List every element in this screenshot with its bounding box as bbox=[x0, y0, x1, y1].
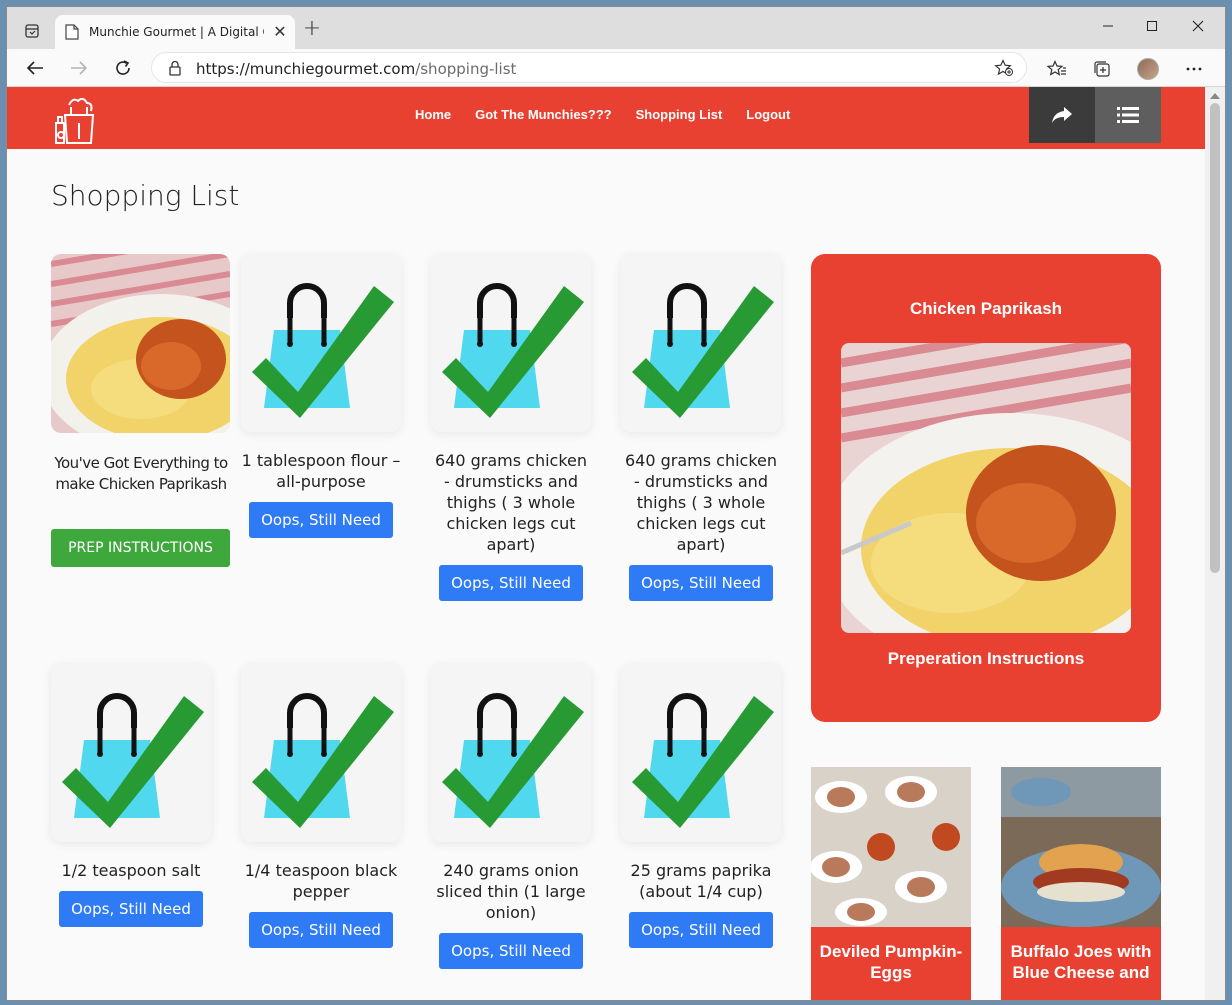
item-label: 1/2 teaspoon salt bbox=[61, 861, 201, 880]
tab-strip: Munchie Gourmet | A Digital Cra ✕ + bbox=[7, 7, 1225, 49]
address-bar[interactable]: https://munchiegourmet.com/shopping-list bbox=[151, 52, 1027, 83]
prep-instructions-button[interactable]: PREP INSTRUCTIONS bbox=[51, 529, 230, 567]
still-need-button[interactable]: Oops, Still Need bbox=[249, 502, 393, 538]
tab-actions-icon[interactable] bbox=[17, 17, 47, 45]
recommendation-card[interactable]: Deviled Pumpkin-Eggs bbox=[811, 767, 971, 1000]
list-item: 640 grams chicken - drumsticks and thigh… bbox=[426, 254, 596, 601]
maximize-icon[interactable] bbox=[1129, 11, 1175, 41]
recipe-image[interactable] bbox=[841, 343, 1131, 633]
list-item: 1/4 teaspoon black pepper Oops, Still Ne… bbox=[236, 664, 406, 948]
list-item: 240 grams onion sliced thin (1 large oni… bbox=[426, 664, 596, 969]
recipe-title[interactable]: Chicken Paprikash bbox=[811, 299, 1161, 319]
share-button[interactable] bbox=[1029, 87, 1095, 143]
item-label: 240 grams onion sliced thin (1 large oni… bbox=[436, 861, 586, 922]
nav-shopping-list[interactable]: Shopping List bbox=[636, 107, 723, 122]
bag-checkmark-icon bbox=[621, 664, 781, 842]
item-label: 640 grams chicken - drumsticks and thigh… bbox=[434, 451, 588, 554]
active-tab[interactable]: Munchie Gourmet | A Digital Cra ✕ bbox=[55, 15, 295, 49]
url-path: /shopping-list bbox=[415, 60, 517, 78]
nav-logout[interactable]: Logout bbox=[746, 107, 790, 122]
list-item: 1/2 teaspoon salt Oops, Still Need bbox=[46, 664, 216, 927]
menu-button[interactable] bbox=[1095, 87, 1161, 143]
close-tab-icon[interactable]: ✕ bbox=[271, 23, 289, 41]
add-favorite-icon[interactable] bbox=[994, 59, 1014, 77]
forward-icon[interactable] bbox=[65, 55, 93, 81]
new-tab-icon[interactable]: + bbox=[301, 18, 323, 41]
scroll-up-icon[interactable] bbox=[1210, 93, 1220, 99]
more-menu-icon[interactable] bbox=[1182, 58, 1206, 80]
back-icon[interactable] bbox=[21, 55, 49, 81]
buffalo-joes-image bbox=[1001, 767, 1161, 927]
page-viewport: Home Got The Munchies??? Shopping List L… bbox=[7, 87, 1205, 1000]
scrollbar-thumb[interactable] bbox=[1210, 103, 1220, 573]
bag-checkmark-icon bbox=[51, 664, 211, 842]
collections-icon[interactable] bbox=[1090, 58, 1114, 80]
lock-icon bbox=[169, 60, 181, 76]
item-label: 1 tablespoon flour – all-purpose bbox=[241, 451, 401, 491]
profile-avatar[interactable] bbox=[1137, 58, 1159, 80]
summary-card: You've Got Everything to make Chicken Pa… bbox=[51, 254, 231, 567]
list-item: 640 grams chicken - drumsticks and thigh… bbox=[616, 254, 786, 601]
list-item: 25 grams paprika (about 1/4 cup) Oops, S… bbox=[616, 664, 786, 948]
deviled-eggs-image bbox=[811, 767, 971, 927]
item-label: 1/4 teaspoon black pepper bbox=[244, 861, 398, 901]
nav-got-the-munchies[interactable]: Got The Munchies??? bbox=[475, 107, 612, 122]
url-host: https://munchiegourmet.com bbox=[196, 60, 416, 78]
still-need-button[interactable]: Oops, Still Need bbox=[629, 912, 773, 948]
still-need-button[interactable]: Oops, Still Need bbox=[439, 565, 583, 601]
bag-checkmark-icon bbox=[431, 254, 591, 432]
preparation-instructions-link[interactable]: Preperation Instructions bbox=[811, 649, 1161, 669]
item-label: 25 grams paprika (about 1/4 cup) bbox=[630, 861, 772, 901]
bag-checkmark-icon bbox=[621, 254, 781, 432]
page-title: Shopping List bbox=[51, 179, 240, 212]
recommendation-title[interactable]: Deviled Pumpkin-Eggs bbox=[811, 927, 971, 1000]
bag-checkmark-icon bbox=[241, 664, 401, 842]
list-item: 1 tablespoon flour – all-purpose Oops, S… bbox=[236, 254, 406, 538]
bag-checkmark-icon bbox=[241, 254, 401, 432]
item-label: 640 grams chicken - drumsticks and thigh… bbox=[624, 451, 778, 554]
site-logo[interactable] bbox=[51, 93, 103, 145]
browser-toolbar: https://munchiegourmet.com/shopping-list bbox=[7, 49, 1225, 87]
browser-window: Munchie Gourmet | A Digital Cra ✕ + http… bbox=[6, 6, 1226, 1001]
still-need-button[interactable]: Oops, Still Need bbox=[59, 891, 203, 927]
nav-home[interactable]: Home bbox=[415, 107, 451, 122]
summary-label: You've Got Everything to make Chicken Pa… bbox=[54, 454, 228, 493]
vertical-scrollbar[interactable] bbox=[1205, 87, 1225, 1000]
close-window-icon[interactable] bbox=[1175, 11, 1221, 41]
tab-title: Munchie Gourmet | A Digital Cra bbox=[89, 25, 264, 39]
still-need-button[interactable]: Oops, Still Need bbox=[439, 933, 583, 969]
bag-checkmark-icon bbox=[431, 664, 591, 842]
still-need-button[interactable]: Oops, Still Need bbox=[249, 912, 393, 948]
still-need-button[interactable]: Oops, Still Need bbox=[629, 565, 773, 601]
share-icon bbox=[1052, 107, 1072, 123]
chicken-paprikash-image bbox=[51, 254, 230, 433]
refresh-icon[interactable] bbox=[109, 55, 137, 81]
main-nav: Home Got The Munchies??? Shopping List L… bbox=[415, 107, 790, 122]
recommendation-card[interactable]: Buffalo Joes with Blue Cheese and bbox=[1001, 767, 1161, 1000]
recipe-sidebar-card: Chicken Paprikash Preperation Instructio… bbox=[811, 254, 1161, 722]
site-header: Home Got The Munchies??? Shopping List L… bbox=[7, 87, 1205, 149]
favorites-icon[interactable] bbox=[1045, 58, 1069, 80]
recommendation-title[interactable]: Buffalo Joes with Blue Cheese and bbox=[1001, 927, 1161, 1000]
list-icon bbox=[1117, 107, 1139, 123]
minimize-icon[interactable] bbox=[1085, 11, 1131, 41]
page-icon bbox=[65, 24, 79, 40]
url-text: https://munchiegourmet.com/shopping-list bbox=[196, 60, 516, 78]
